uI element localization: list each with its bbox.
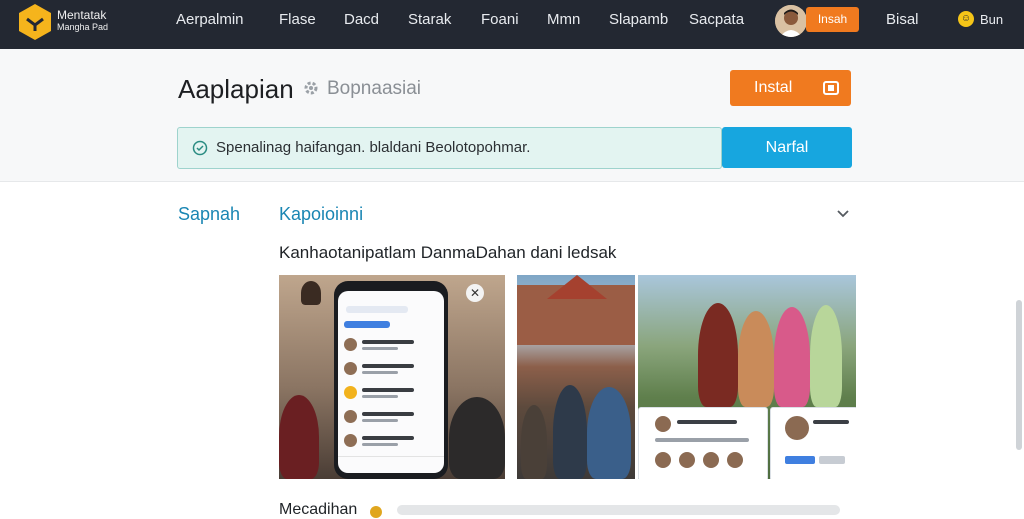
status-dot-icon [370, 506, 382, 518]
person-figure [698, 303, 738, 407]
phone-list-item [344, 361, 438, 377]
person-figure [553, 385, 587, 479]
phone-filter-pill [344, 321, 390, 328]
top-navigation-bar: Mentatak Mangha Pad Aerpalmin Flase Dacd… [0, 0, 1024, 49]
install-button[interactable]: Instal [730, 70, 851, 106]
phone-list-item [344, 409, 438, 425]
person-figure [449, 397, 505, 479]
person-figure [521, 405, 547, 479]
nav-item-slapamb[interactable]: Slapamb [609, 11, 668, 28]
phone-list-item [344, 433, 438, 449]
close-icon[interactable]: ✕ [466, 284, 484, 302]
brand-name: Mentatak Mangha Pad [57, 9, 108, 33]
nav-item-dacd[interactable]: Dacd [344, 11, 379, 28]
nav-item-sacpata[interactable]: Sacpata [689, 11, 744, 28]
notice-banner: Spenalinag haifangan. blaldani Beolotopo… [177, 127, 722, 169]
sidebar-link[interactable]: Sapnah [178, 204, 240, 225]
page-title: Aaplapian [178, 74, 294, 104]
person-figure [774, 307, 810, 407]
person-figure [810, 305, 842, 407]
app-logo-icon[interactable] [18, 3, 52, 41]
person-figure [738, 311, 774, 407]
coin-icon: ☺ [958, 11, 974, 27]
community-card [638, 407, 768, 479]
nav-item-bisal[interactable]: Bisal [886, 11, 919, 28]
check-circle-icon [192, 140, 208, 156]
section-description: Kanhaotanipatlam DanmaDahan dani ledsak [279, 243, 617, 262]
screenshot-phone-app[interactable]: ✕ [279, 275, 505, 479]
scrollbar[interactable] [1016, 300, 1022, 450]
screenshot-community[interactable] [638, 275, 856, 479]
nav-item-flase[interactable]: Flase [279, 11, 316, 28]
progress-bar [397, 505, 840, 515]
phone-list-item [344, 337, 438, 353]
gear-icon [304, 81, 318, 95]
phone-search-bar [346, 306, 408, 313]
page-subtitle: Bopnaasiai [327, 78, 422, 99]
phone-tab-bar [338, 456, 444, 469]
brand-line2: Mangha Pad [57, 22, 109, 32]
person-figure [279, 395, 319, 479]
install-button-label: Instal [754, 79, 793, 96]
gallery-icon [823, 81, 839, 95]
narfal-button[interactable]: Narfal [722, 127, 852, 168]
phone-mockup [334, 281, 448, 479]
user-avatar[interactable] [775, 5, 807, 37]
section-footer-title: Mecadihan [279, 501, 358, 518]
person-figure [587, 387, 631, 479]
chevron-down-icon[interactable] [836, 207, 850, 221]
phone-screen [338, 291, 444, 473]
notice-text: Spenalinag haifangan. blaldani Beolotopo… [216, 139, 531, 156]
screenshot-gathering[interactable] [517, 275, 635, 479]
nav-item-aerpalmin[interactable]: Aerpalmin [176, 11, 244, 28]
install-top-button[interactable]: Insah [806, 7, 859, 32]
phone-list-item [344, 385, 438, 401]
nav-item-mmn[interactable]: Mmn [547, 11, 580, 28]
user-menu[interactable]: Bun [980, 12, 1003, 27]
user-avatar-image [775, 5, 807, 37]
nav-item-starak[interactable]: Starak [408, 11, 451, 28]
community-card [770, 407, 856, 479]
nav-item-foani[interactable]: Foani [481, 11, 519, 28]
brand-line1: Mentatak [57, 8, 107, 22]
person-figure [301, 281, 321, 305]
section-tab[interactable]: Kapoioinni [279, 204, 363, 225]
